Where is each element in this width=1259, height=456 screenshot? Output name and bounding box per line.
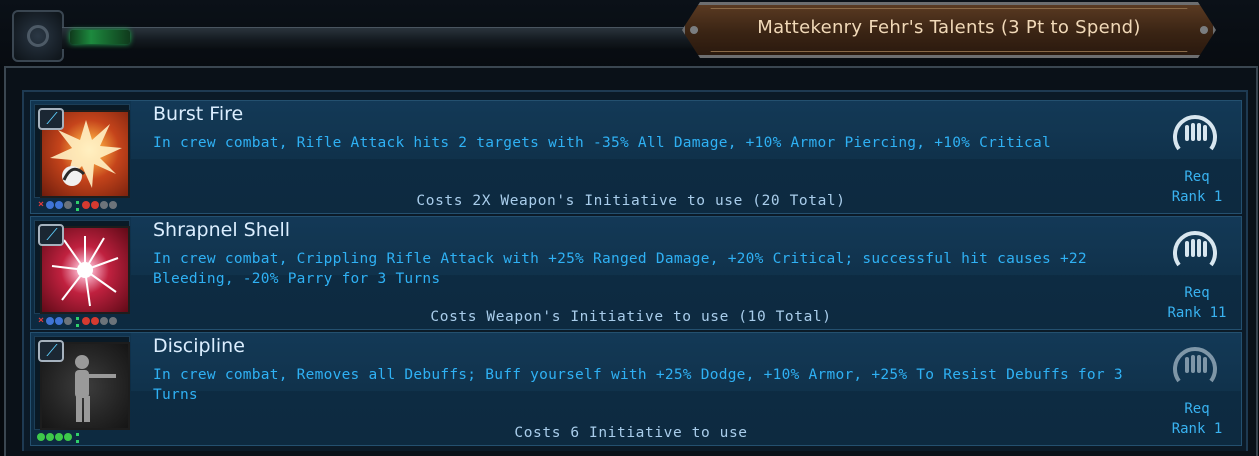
- talent-name: Burst Fire: [153, 103, 244, 125]
- window-title: Mattekenry Fehr's Talents (3 Pt to Spend…: [757, 17, 1141, 38]
- req-rank: Rank 11: [1167, 305, 1227, 321]
- req-label: Req: [1184, 169, 1210, 185]
- talent-icon-frame: ⟋: [34, 104, 130, 198]
- rank-requirement-icon: [1173, 347, 1217, 383]
- rank-requirement-icon: [1173, 231, 1217, 267]
- talent-cost: Costs 6 Initiative to use: [514, 425, 748, 441]
- talent-icon-frame: ⟋: [34, 220, 130, 314]
- talent-row-burst-fire[interactable]: ⟋ × Burst Fire In crew combat, Rifle Att…: [30, 100, 1242, 214]
- rank-requirement: Req Rank 1: [1147, 167, 1247, 207]
- talent-name: Shrapnel Shell: [153, 219, 291, 241]
- status-light-icon: [70, 30, 130, 44]
- talent-description: In crew combat, Crippling Rifle Attack w…: [153, 251, 1087, 287]
- talent-row-discipline[interactable]: ⟋ Discipline In crew combat, Removes all…: [30, 332, 1242, 446]
- talent-icon-frame: ⟋: [34, 336, 130, 430]
- active-ability-badge-icon: ⟋: [38, 340, 64, 362]
- frame-pipe: [62, 27, 702, 49]
- active-ability-badge-icon: ⟋: [38, 108, 64, 130]
- rank-requirement-icon: [1173, 115, 1217, 151]
- talent-pips: ×: [37, 316, 118, 327]
- req-label: Req: [1184, 285, 1210, 301]
- talent-pips: ×: [37, 200, 118, 211]
- active-ability-badge-icon: ⟋: [38, 224, 64, 246]
- req-label: Req: [1184, 401, 1210, 417]
- rivet-icon: [1200, 26, 1208, 34]
- talent-cost: Costs Weapon's Initiative to use (10 Tot…: [430, 309, 832, 325]
- rank-requirement: Req Rank 1: [1147, 399, 1247, 439]
- talent-name: Discipline: [153, 335, 245, 357]
- frame-endcap-icon: [12, 10, 64, 62]
- talent-description: In crew combat, Rifle Attack hits 2 targ…: [153, 135, 1051, 151]
- rank-requirement: Req Rank 11: [1147, 283, 1247, 323]
- talent-cost: Costs 2X Weapon's Initiative to use (20 …: [416, 193, 846, 209]
- talent-description: In crew combat, Removes all Debuffs; Buf…: [153, 367, 1123, 403]
- talent-pips: [37, 433, 82, 443]
- req-rank: Rank 1: [1171, 189, 1223, 205]
- req-rank: Rank 1: [1171, 421, 1223, 437]
- talent-row-shrapnel-shell[interactable]: ⟋ × Shrapnel Shell In crew combat, Cripp…: [30, 216, 1242, 330]
